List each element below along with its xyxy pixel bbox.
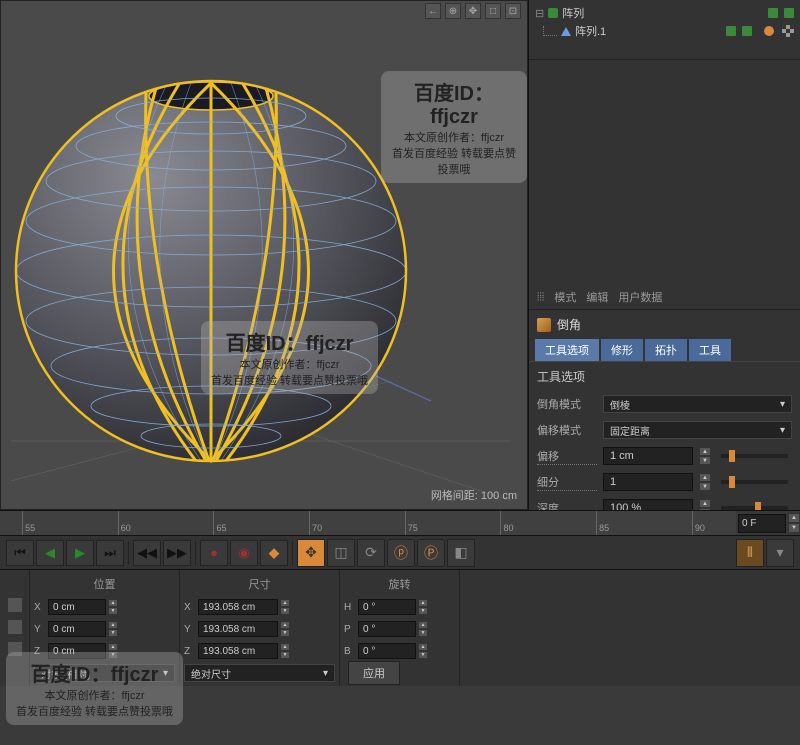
bevel-mode-dropdown[interactable]: 倒棱▾: [603, 395, 792, 413]
pos-y-input[interactable]: [48, 621, 106, 637]
offset-mode-label: 偏移模式: [537, 422, 597, 438]
attr-title: 倒角: [557, 316, 581, 333]
keyframe-button[interactable]: ◆: [260, 540, 288, 566]
subdivision-slider[interactable]: [721, 480, 788, 484]
offset-label: 偏移: [537, 448, 597, 465]
menu-edit[interactable]: 编辑: [586, 289, 608, 305]
bevel-mode-label: 倒角模式: [537, 396, 597, 412]
hierarchy-label: 阵列: [562, 5, 584, 21]
depth-slider[interactable]: [721, 506, 788, 510]
tick: 65: [213, 511, 226, 535]
rot-b-input[interactable]: [358, 643, 416, 659]
hierarchy-label: 阵列.1: [575, 23, 606, 39]
render-toggle[interactable]: [742, 26, 752, 36]
play-forward-button[interactable]: ▶: [66, 540, 94, 566]
apply-button[interactable]: 应用: [348, 661, 400, 685]
tick: 90: [692, 511, 705, 535]
timeline-ruler[interactable]: 55 60 65 70 75 80 85 90: [0, 511, 736, 535]
scale-tool-icon[interactable]: ◫: [327, 539, 355, 567]
depth-label: 深度: [537, 500, 597, 511]
size-lock-icon[interactable]: [8, 620, 22, 634]
tick: 70: [309, 511, 322, 535]
sphere-model: [11, 21, 511, 501]
param-icon[interactable]: ⓟ: [387, 539, 415, 567]
tick: 55: [22, 511, 35, 535]
pos-x-input[interactable]: [48, 599, 106, 615]
subdivision-label: 细分: [537, 474, 597, 491]
object-mode-dropdown[interactable]: 对象 (相对)▾: [34, 664, 175, 682]
offset-spinner[interactable]: ▲▼: [699, 447, 711, 465]
size-header: 尺寸: [249, 576, 271, 592]
menu-userdata[interactable]: 用户数据: [618, 289, 662, 305]
attr-menu-bar: ⦙⦙⦙ 模式 编辑 用户数据: [529, 285, 800, 310]
prev-key-button[interactable]: ◀◀: [133, 540, 161, 566]
array-icon: [548, 8, 558, 18]
texture-tag[interactable]: [782, 25, 794, 37]
rot-h-input[interactable]: [358, 599, 416, 615]
goto-start-button[interactable]: ⏮: [6, 540, 34, 566]
visibility-toggle[interactable]: [768, 8, 778, 18]
record-button[interactable]: ●: [200, 540, 228, 566]
attribute-manager: ⦙⦙⦙ 模式 编辑 用户数据 倒角 工具选项 修形 拓扑 工具 工具选项: [529, 285, 800, 510]
goto-end-button[interactable]: ⏭: [96, 540, 124, 566]
menu-mode[interactable]: 模式: [554, 289, 576, 305]
layer-dot[interactable]: [764, 26, 774, 36]
offset-slider[interactable]: [721, 454, 788, 458]
autokey-button[interactable]: ◉: [230, 540, 258, 566]
timeline[interactable]: 55 60 65 70 75 80 85 90 ▲▼: [0, 510, 800, 536]
hierarchy-item[interactable]: 阵列.1: [535, 22, 794, 40]
render-toggle[interactable]: [784, 8, 794, 18]
grid-spacing-label: 网格间距: 100 cm: [431, 487, 517, 503]
size-x-input[interactable]: [198, 599, 278, 615]
next-key-button[interactable]: ▶▶: [163, 540, 191, 566]
hierarchy-item[interactable]: ⊟ 阵列: [535, 4, 794, 22]
rotate-tool-icon[interactable]: ⟳: [357, 539, 385, 567]
transform-panel: 位置 X▲▼ Y▲▼ Z▲▼ 对象 (相对)▾ 尺寸 X▲▼ Y▲▼ Z▲▼ 绝…: [0, 570, 800, 686]
subdivision-spinner[interactable]: ▲▼: [699, 473, 711, 491]
tab-tool-options[interactable]: 工具选项: [535, 339, 599, 361]
extra-tool-icon[interactable]: ◧: [447, 539, 475, 567]
section-tool-options: 工具选项: [529, 361, 800, 391]
subdivision-input[interactable]: [603, 473, 693, 491]
offset-input[interactable]: [603, 447, 693, 465]
pos-header: 位置: [94, 576, 116, 592]
play-backward-button[interactable]: ◀: [36, 540, 64, 566]
size-z-input[interactable]: [198, 643, 278, 659]
rot-p-input[interactable]: [358, 621, 416, 637]
current-frame-input[interactable]: [738, 514, 786, 533]
tick: 85: [596, 511, 609, 535]
depth-input[interactable]: [603, 499, 693, 510]
object-hierarchy[interactable]: ⊟ 阵列 阵列.1: [529, 0, 800, 60]
tab-tools[interactable]: 工具: [689, 339, 731, 361]
tick: 75: [405, 511, 418, 535]
rot-lock-icon[interactable]: [8, 642, 22, 656]
size-y-input[interactable]: [198, 621, 278, 637]
pos-lock-icon[interactable]: [8, 598, 22, 612]
tab-topology[interactable]: 拓扑: [645, 339, 687, 361]
bevel-tool-icon: [537, 318, 551, 332]
dropdown-icon[interactable]: ▾: [766, 539, 794, 567]
child-icon: [561, 27, 571, 36]
frame-spinner[interactable]: ▲▼: [788, 513, 800, 533]
rot-header: 旋转: [389, 576, 411, 592]
viewport[interactable]: ← ⊕ ✥ □ ⊡: [0, 0, 528, 510]
pos-z-input[interactable]: [48, 643, 106, 659]
playback-controls: ⏮ ◀ ▶ ⏭ ◀◀ ▶▶ ● ◉ ◆ ✥ ◫ ⟳ ⓟ Ⓟ ◧ ⦀ ▾: [0, 536, 800, 570]
film-icon[interactable]: ⦀: [736, 539, 764, 567]
tick: 80: [500, 511, 513, 535]
size-mode-dropdown[interactable]: 绝对尺寸▾: [184, 664, 335, 682]
offset-mode-dropdown[interactable]: 固定距离▾: [603, 421, 792, 439]
visibility-toggle[interactable]: [726, 26, 736, 36]
depth-spinner[interactable]: ▲▼: [699, 499, 711, 510]
tab-modifier[interactable]: 修形: [601, 339, 643, 361]
tick: 60: [118, 511, 131, 535]
param-p-icon[interactable]: Ⓟ: [417, 539, 445, 567]
move-tool-icon[interactable]: ✥: [297, 539, 325, 567]
